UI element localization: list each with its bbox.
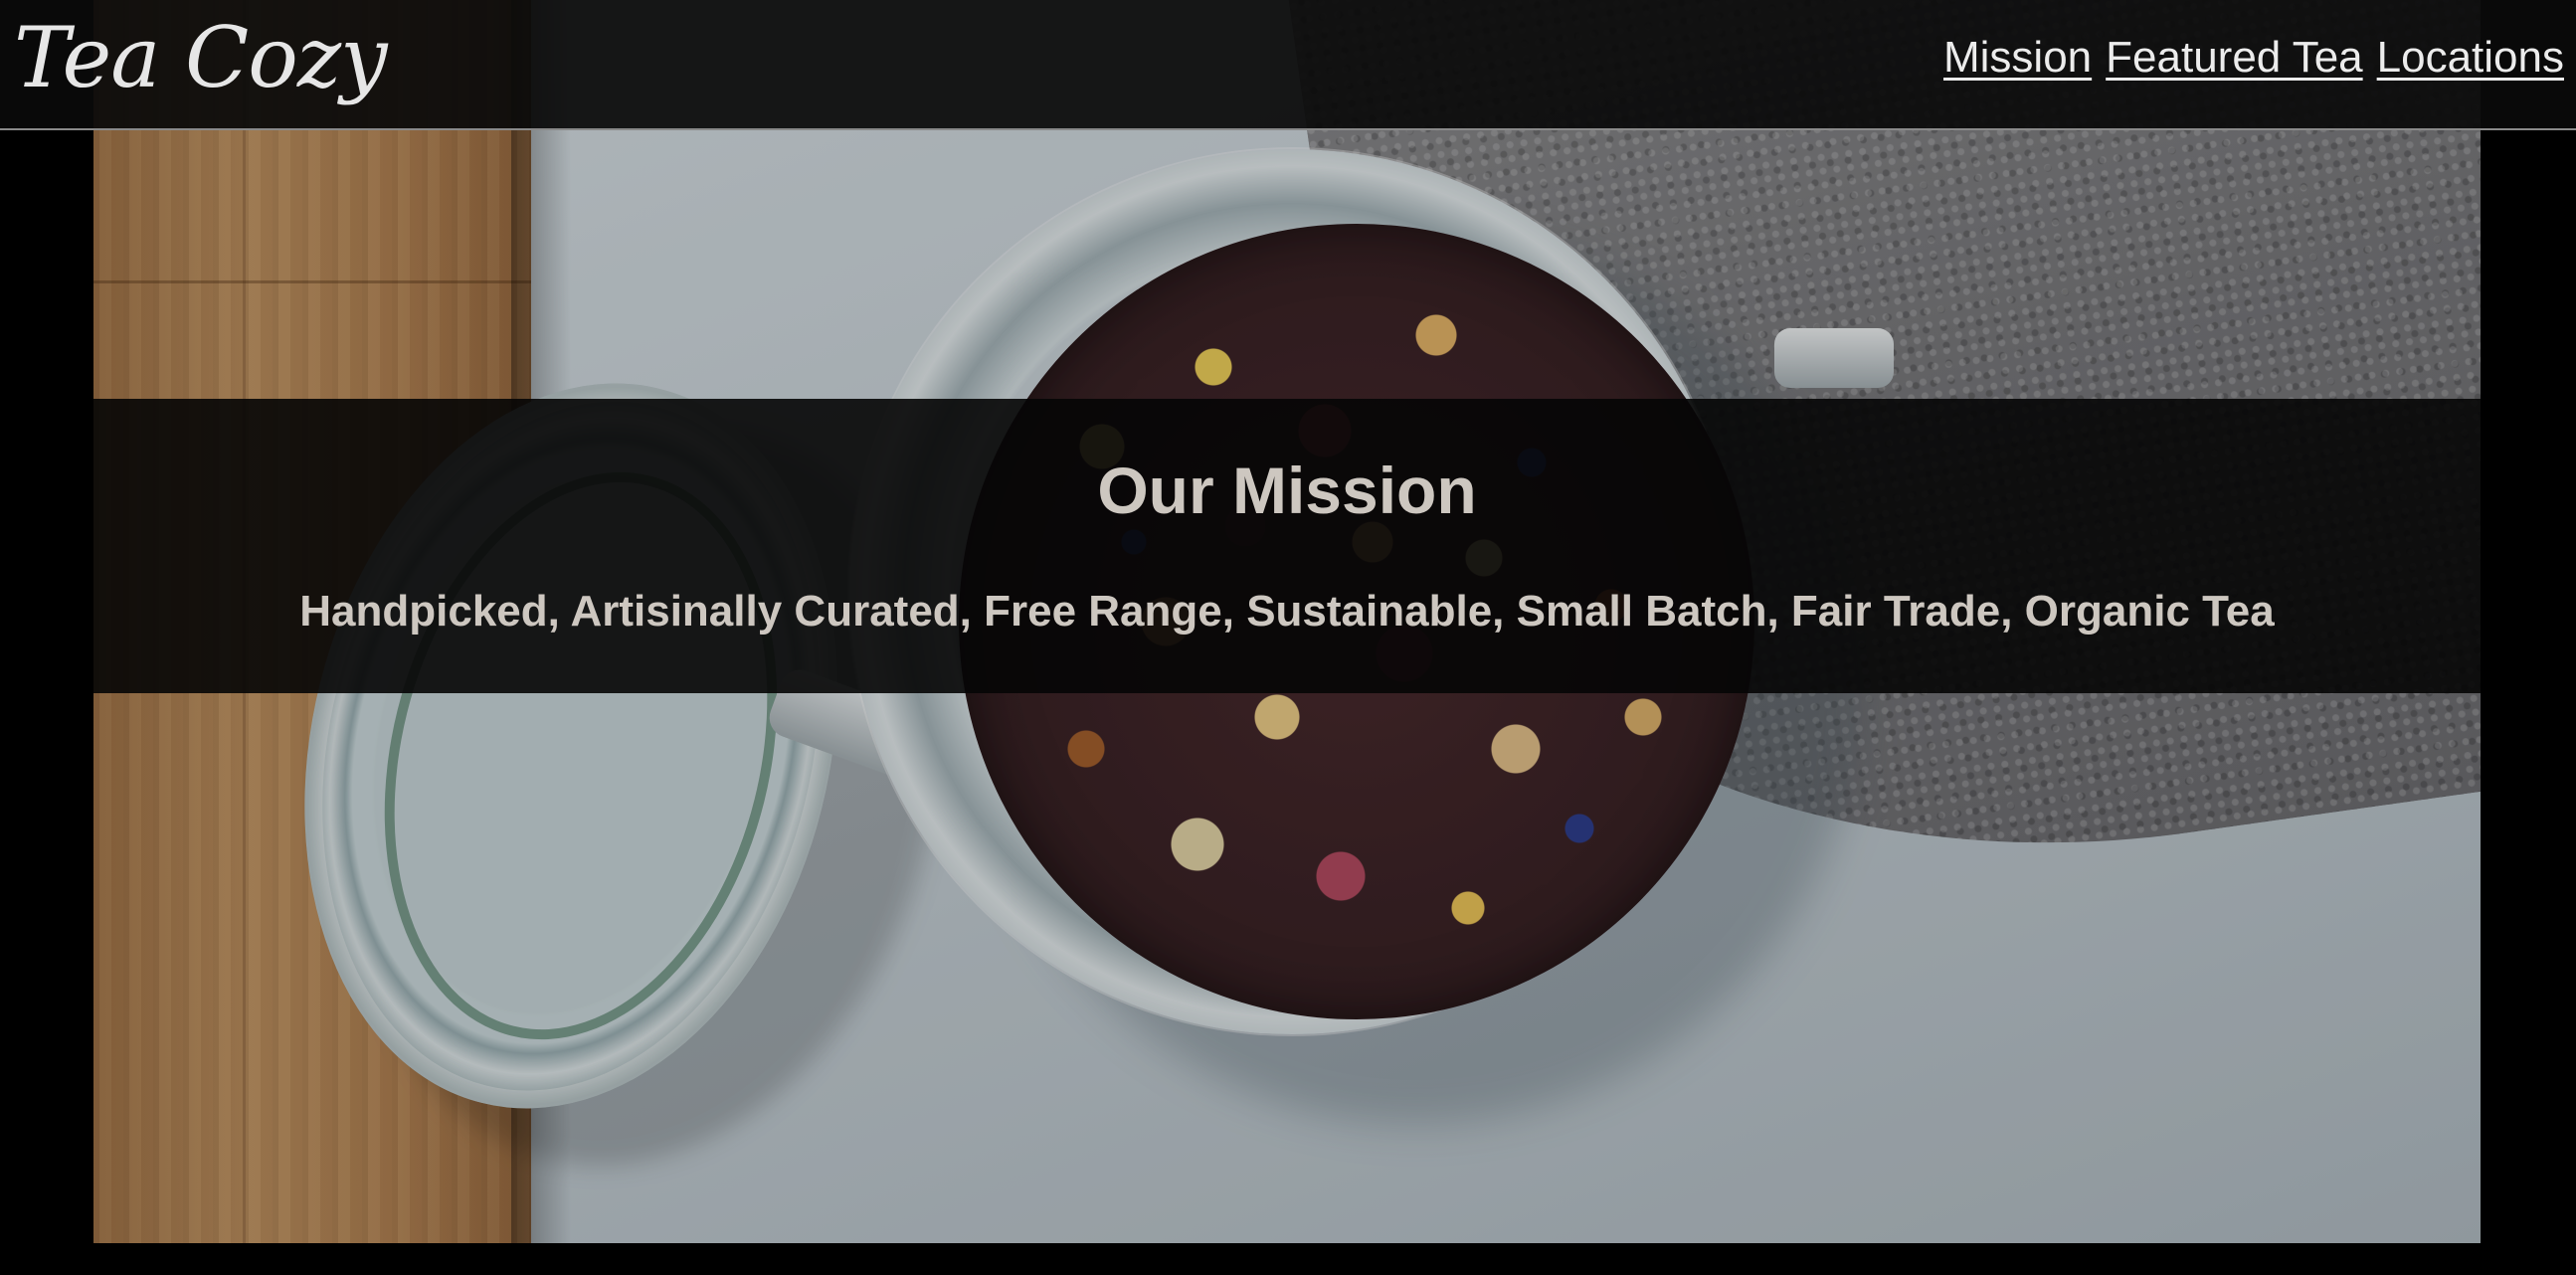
nav-link-featured-tea[interactable]: Featured Tea bbox=[2106, 30, 2362, 86]
page: Tea Cozy Mission Featured Tea Locations … bbox=[0, 0, 2576, 1275]
mission-heading: Our Mission bbox=[1097, 454, 1477, 527]
mission-tagline: Handpicked, Artisinally Curated, Free Ra… bbox=[299, 587, 2275, 636]
main-nav: Mission Featured Tea Locations bbox=[1943, 30, 2564, 86]
nav-link-mission[interactable]: Mission bbox=[1943, 30, 2092, 86]
brand-logo[interactable]: Tea Cozy bbox=[14, 4, 388, 111]
nav-link-locations[interactable]: Locations bbox=[2377, 30, 2564, 86]
site-header: Tea Cozy Mission Featured Tea Locations bbox=[0, 0, 2576, 130]
mission-banner: Our Mission Handpicked, Artisinally Cura… bbox=[93, 399, 2481, 693]
